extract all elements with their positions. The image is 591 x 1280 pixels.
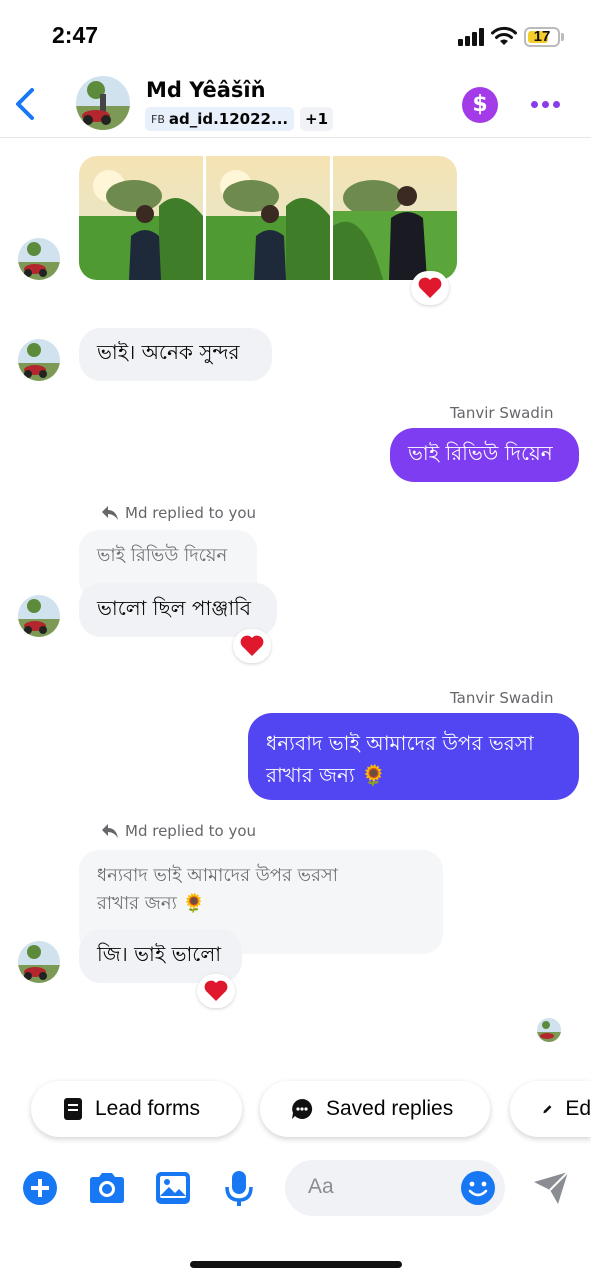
- ad-id-text: ad_id.12022...: [168, 110, 289, 128]
- payment-dollar-button[interactable]: $: [462, 87, 498, 123]
- status-bar: 2:47 17: [0, 0, 591, 70]
- battery-icon: 17: [524, 27, 560, 47]
- sender-name: Tanvir Swadin: [450, 404, 554, 422]
- clock: 2:47: [52, 22, 99, 48]
- sender-name: Tanvir Swadin: [450, 689, 554, 707]
- fb-label: FB: [151, 112, 165, 126]
- seen-receipt-avatar: [537, 1018, 561, 1042]
- heart-icon: [204, 980, 228, 1001]
- lead-forms-button[interactable]: Lead forms: [31, 1081, 242, 1137]
- outgoing-message[interactable]: ভাই রিভিউ দিয়েন: [390, 428, 579, 482]
- photo-2[interactable]: [206, 156, 330, 280]
- heart-icon: [418, 277, 442, 298]
- edit-button[interactable]: Ed: [510, 1081, 591, 1137]
- extra-tags-count[interactable]: +1: [300, 107, 334, 131]
- cellular-signal-icon: [458, 28, 484, 46]
- camera-icon[interactable]: [87, 1168, 127, 1208]
- ad-id-tag[interactable]: FB ad_id.12022...: [145, 107, 295, 131]
- contact-avatar[interactable]: [76, 76, 130, 130]
- more-options-icon[interactable]: [531, 101, 561, 109]
- outgoing-message[interactable]: ধন্যবাদ ভাই আমাদের উপর ভরসা রাখার জন্য 🌻: [248, 713, 579, 800]
- sender-avatar[interactable]: [18, 238, 60, 280]
- reply-label-text: Md replied to you: [125, 504, 257, 522]
- message-line: রাখার জন্য 🌻: [266, 763, 386, 787]
- photo-3[interactable]: [333, 156, 457, 280]
- pencil-icon: [543, 1105, 552, 1114]
- plus-icon[interactable]: [20, 1168, 60, 1208]
- sender-avatar[interactable]: [18, 941, 60, 983]
- reply-arrow-icon: [102, 506, 118, 520]
- photo-gallery[interactable]: [79, 156, 457, 280]
- saved-replies-label: Saved replies: [326, 1097, 454, 1120]
- message-input[interactable]: Aa: [285, 1160, 505, 1216]
- reaction-heart[interactable]: [197, 974, 235, 1008]
- form-icon: [64, 1098, 82, 1120]
- reply-indicator: Md replied to you: [101, 822, 256, 840]
- home-indicator: [190, 1261, 402, 1268]
- wifi-icon: [491, 26, 517, 45]
- reply-label-text: Md replied to you: [125, 822, 257, 840]
- contact-name[interactable]: Md Yêâšîň: [146, 78, 266, 102]
- gallery-icon[interactable]: [153, 1168, 193, 1208]
- edit-label: Ed: [565, 1097, 591, 1120]
- message-line: ধন্যবাদ ভাই আমাদের উপর ভরসা: [266, 731, 534, 755]
- saved-replies-button[interactable]: Saved replies: [260, 1081, 490, 1137]
- reply-arrow-icon: [102, 824, 118, 838]
- reaction-heart[interactable]: [411, 271, 449, 305]
- quote-line: ধন্যবাদ ভাই আমাদের উপর ভরসা: [97, 865, 338, 886]
- sender-avatar[interactable]: [18, 595, 60, 637]
- lead-forms-label: Lead forms: [95, 1097, 201, 1120]
- send-icon[interactable]: [532, 1170, 570, 1206]
- chat-bubble-icon: [292, 1098, 313, 1119]
- microphone-icon[interactable]: [219, 1168, 259, 1208]
- incoming-message[interactable]: ভাই। অনেক সুন্দর: [79, 328, 272, 381]
- heart-icon: [240, 635, 264, 656]
- emoji-icon[interactable]: [460, 1170, 496, 1206]
- back-arrow-icon[interactable]: [10, 86, 40, 122]
- battery-level: 17: [533, 28, 551, 45]
- reply-indicator: Md replied to you: [101, 504, 256, 522]
- quote-line: রাখার জন্য 🌻: [97, 893, 205, 914]
- photo-1[interactable]: [79, 156, 203, 280]
- reaction-heart[interactable]: [233, 629, 271, 663]
- message-placeholder: Aa: [308, 1175, 334, 1198]
- chat-header: Md Yêâšîň FB ad_id.12022... +1 $: [0, 70, 591, 138]
- sender-avatar[interactable]: [18, 339, 60, 381]
